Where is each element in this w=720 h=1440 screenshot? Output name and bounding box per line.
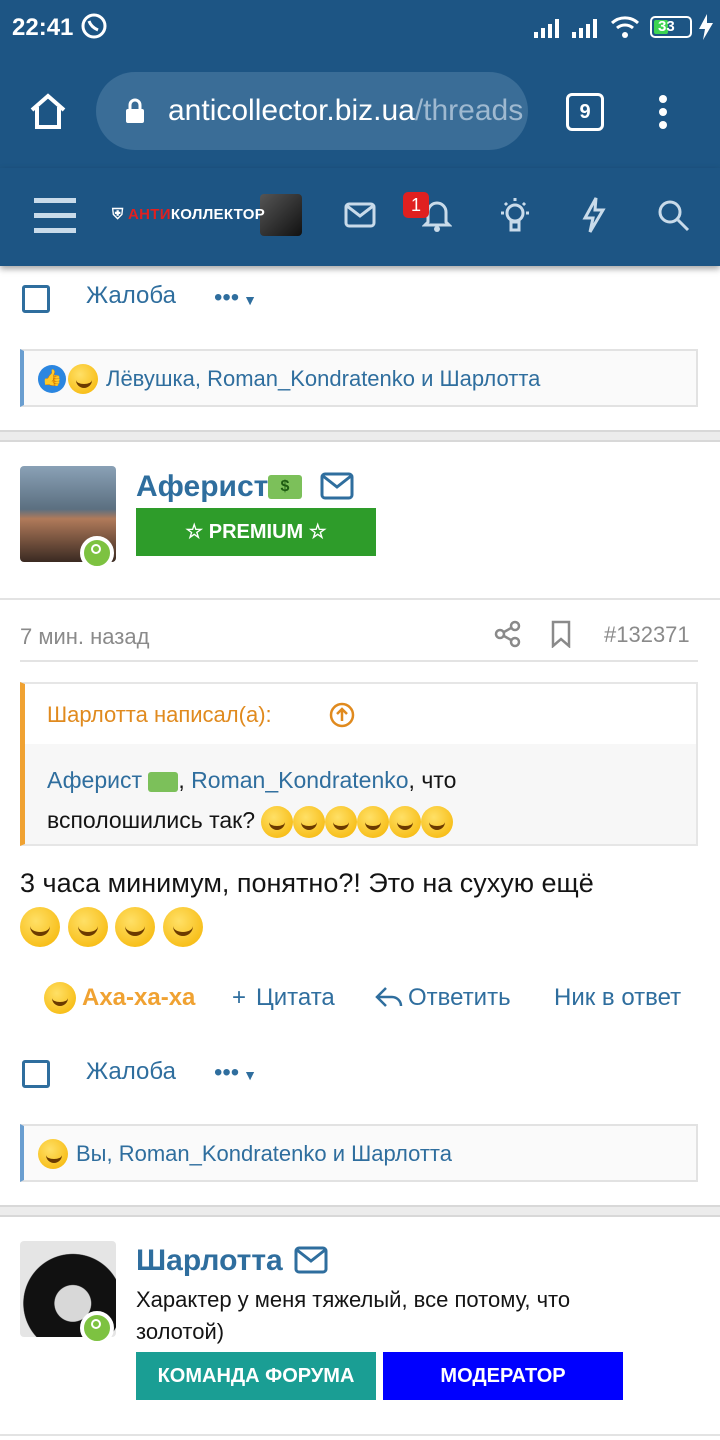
joy-emoji-icon [325,805,358,838]
laugh-icon [68,364,98,394]
post-author[interactable]: Шарлотта [136,1244,283,1278]
rofl-emoji-icon [67,906,108,947]
joy-emoji-icon [293,805,326,838]
joy-emoji-icon [389,805,422,838]
browser-toolbar: anticollector.biz.ua/threads 9 [0,56,720,168]
battery-icon: 33 [650,16,692,38]
share-icon[interactable] [494,620,522,648]
post-text: 3 часа минимум, понятно?! Это на сухую е… [20,868,594,898]
battery-level: 33 [658,18,675,35]
wifi-icon [610,16,640,38]
post-meta-line [0,598,720,600]
laugh-icon [38,1139,68,1169]
moderator-badge: МОДЕРАТОР [383,1352,623,1400]
viber-icon [81,13,107,39]
more-menu[interactable]: ••• ▼ [214,284,257,312]
mention-link[interactable]: Аферист [47,767,142,793]
joy-emoji-icon [357,805,390,838]
bookmark-icon[interactable] [550,620,572,648]
dollar-icon [148,771,179,792]
select-checkbox[interactable] [22,285,50,313]
report-link[interactable]: Жалоба [86,282,176,310]
status-time: 22:41 [12,14,74,41]
url-bar[interactable]: anticollector.biz.ua/threads [96,72,528,150]
message-icon[interactable] [294,1246,328,1274]
dollar-icon: $ [268,475,302,499]
arrow-up-circle-icon[interactable] [329,702,355,728]
lightning-icon[interactable] [582,196,606,234]
reactions-bar[interactable]: 👍 Лёвушка, Roman_Kondratenko и Шарлотта [20,349,698,407]
online-indicator [80,1311,114,1345]
select-checkbox[interactable] [22,1060,50,1088]
status-bar: 22:41 33 [0,0,720,56]
quote-line-2: всполошились так? [47,807,256,833]
reply-icon [375,987,403,1007]
react-button[interactable]: Аха-ха-ха [82,984,195,1012]
more-vert-icon[interactable] [656,94,670,130]
premium-badge: ☆ PREMIUM ☆ [136,508,376,556]
lock-icon [126,98,144,123]
more-menu[interactable]: ••• ▼ [214,1059,257,1087]
eyeroll-emoji-icon [261,805,294,838]
quote-content: Аферист , Roman_Kondratenko, что всполош… [47,760,456,840]
reactions-bar[interactable]: Вы, Roman_Kondratenko и Шарлотта [20,1124,698,1182]
post-meta-line [0,1434,720,1436]
report-link[interactable]: Жалоба [86,1058,176,1086]
charging-icon [699,14,713,40]
post-divider [0,1205,720,1217]
logo-suffix: КОЛЛЕКТОР [170,206,266,223]
url-host: anticollector.biz.ua [168,94,415,127]
rofl-emoji-icon [115,906,156,947]
quote-button[interactable]: Цитата [256,984,335,1012]
mention-link-2[interactable]: Roman_Kondratenko [191,767,408,793]
logo-shield-icon: ⛨ [112,206,129,223]
menu-icon[interactable] [34,198,76,234]
search-icon[interactable] [656,198,690,232]
site-nav [0,168,720,266]
inbox-icon[interactable] [344,202,376,228]
post-number[interactable]: #132371 [604,622,690,648]
signal-icon-2 [572,19,597,38]
post-body: 3 часа минимум, понятно?! Это на сухую е… [20,862,700,947]
quote-text: , что [408,767,457,793]
rofl-emoji-icon [20,906,60,947]
logo-prefix: АНТИ [128,206,171,223]
url-text: anticollector.biz.ua/threads [168,94,523,128]
signal-icon [534,19,559,38]
rofl-reaction-icon [44,982,76,1014]
url-path: /threads [414,94,524,127]
tab-count-button[interactable]: 9 [566,93,604,131]
lightbulb-icon[interactable] [496,196,534,234]
quote-author: Шарлотта написал(а): [47,702,272,727]
mention-button[interactable]: Ник в ответ [554,984,681,1012]
post-divider [0,430,720,442]
reply-button[interactable]: Ответить [408,984,511,1012]
joy-emoji-icon [421,805,454,838]
like-icon: 👍 [38,365,66,393]
user-avatar-small[interactable] [260,194,302,236]
team-badge: КОМАНДА ФОРУМА [136,1352,376,1400]
online-indicator [80,536,114,570]
post-time[interactable]: 7 мин. назад [20,624,149,650]
message-icon[interactable] [320,472,354,500]
plus-icon: + [232,984,247,1011]
site-logo[interactable]: ⛨ АНТИКОЛЛЕКТОР [112,206,265,223]
quote-block: Шарлотта написал(а): Аферист , Roman_Kon… [20,682,698,846]
home-icon[interactable] [28,92,68,130]
user-title: Характер у меня тяжелый, все потому, что… [136,1287,571,1344]
rofl-emoji-icon [162,906,203,947]
reactions-text: Лёвушка, Roman_Kondratenko и Шарлотта [106,366,541,391]
post-meta-line-2 [20,660,698,662]
notification-badge: 1 [403,192,429,218]
reactions-text: Вы, Roman_Kondratenko и Шарлотта [76,1141,452,1166]
post-author[interactable]: Аферист [136,470,268,504]
quote-header[interactable]: Шарлотта написал(а): [25,684,696,744]
